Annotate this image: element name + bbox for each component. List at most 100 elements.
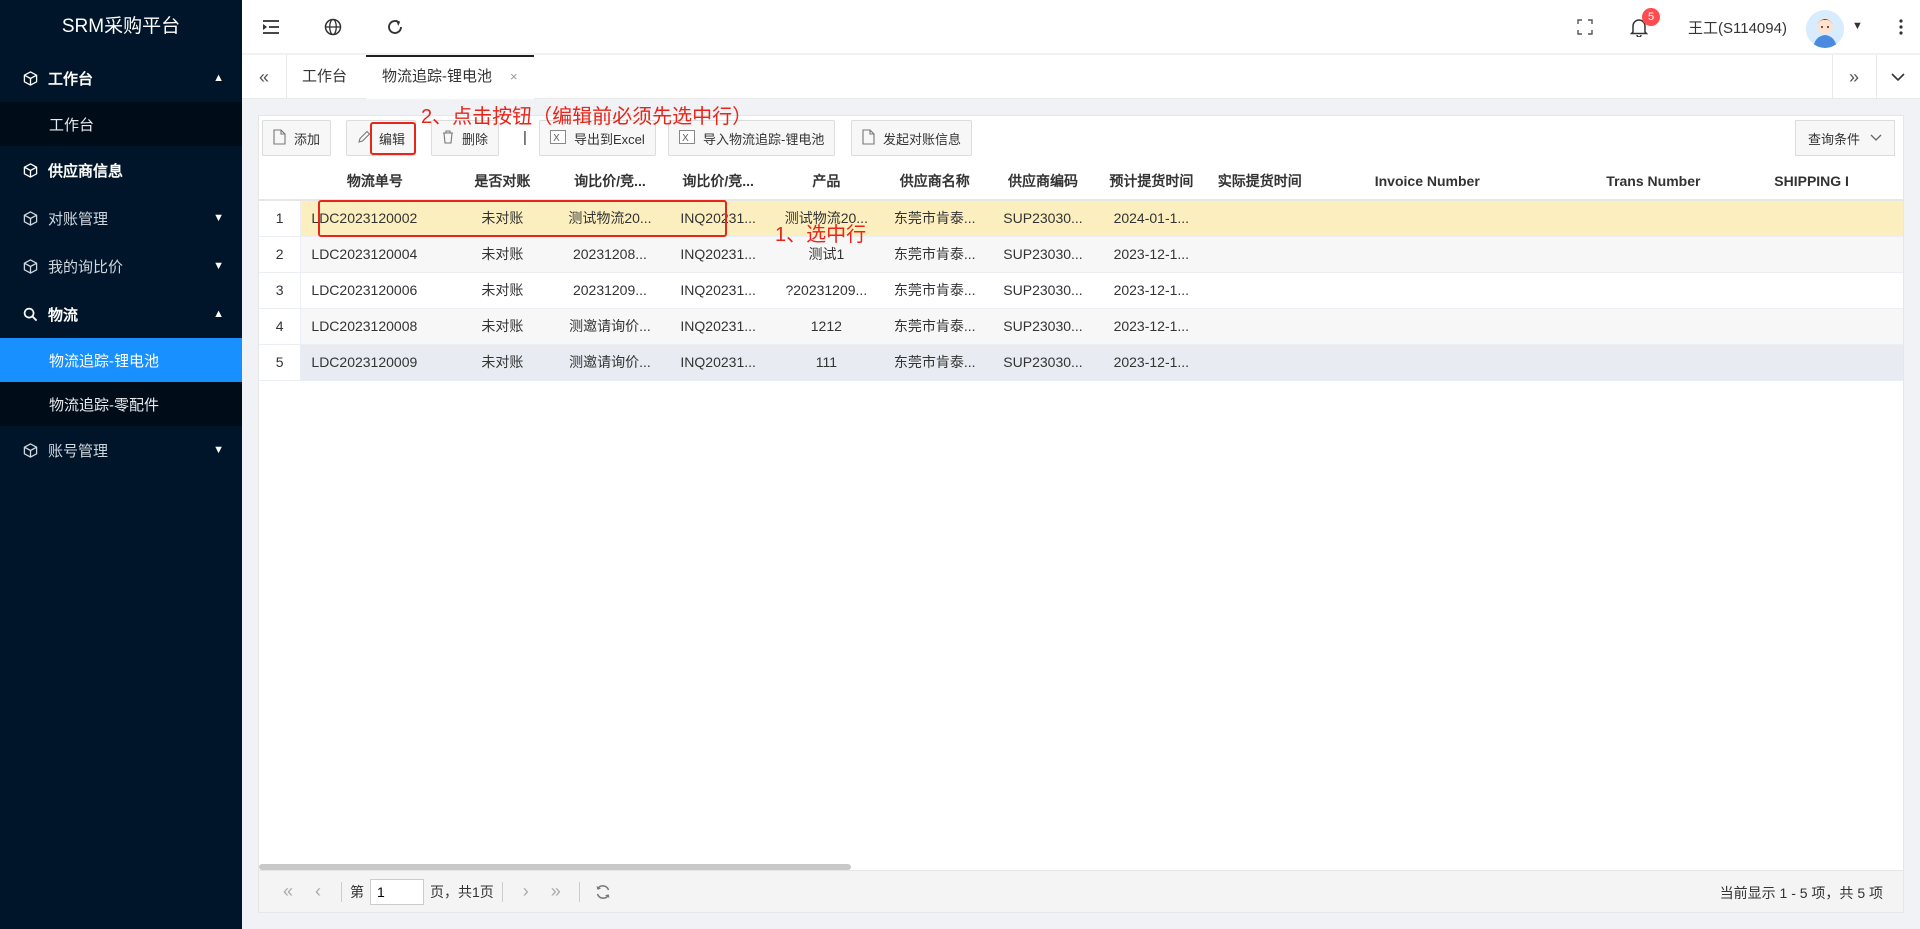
table-row[interactable]: 2 LDC2023120004 未对账 20231208... INQ20231… xyxy=(259,236,1903,273)
table-cell xyxy=(1314,200,1541,237)
table-cell: 2023-12-1... xyxy=(1097,344,1206,381)
table-cell: SUP23030... xyxy=(988,236,1098,273)
refresh-icon[interactable] xyxy=(588,877,618,907)
add-button[interactable]: 添加 xyxy=(262,120,332,156)
column-header[interactable]: Invoice Number xyxy=(1314,162,1541,201)
table-row[interactable]: 4 LDC2023120008 未对账 测邀请询价... INQ20231...… xyxy=(259,308,1903,345)
column-header[interactable]: Trans Number xyxy=(1540,162,1767,201)
table-cell: LDC2023120006 xyxy=(300,272,449,309)
table-cell: 未对账 xyxy=(448,236,556,273)
column-header[interactable]: 是否对账 xyxy=(448,162,556,201)
annotation-step2: 2、点击按钮（编辑前必须先选中行） xyxy=(421,106,753,128)
table-cell: INQ20231... xyxy=(664,344,773,381)
table-cell: ?20231209... xyxy=(772,272,881,309)
table-row[interactable]: 3 LDC2023120006 未对账 20231209... INQ20231… xyxy=(259,272,1903,309)
caret-down-icon: ▼ xyxy=(213,260,224,272)
sidebar-subitem-logistics-parts[interactable]: 物流追踪-零配件 xyxy=(0,382,242,426)
tab-label: 物流追踪-锂电池 xyxy=(382,68,492,85)
cube-icon xyxy=(22,258,38,274)
prev-page-icon[interactable]: ‹ xyxy=(303,877,333,907)
excel-icon: X xyxy=(679,129,695,147)
fullscreen-icon[interactable] xyxy=(1572,14,1598,40)
table-cell: 1212 xyxy=(772,308,881,345)
sidebar-item-supplier-info[interactable]: 供应商信息 xyxy=(0,146,242,194)
delete-button-label: 删除 xyxy=(462,131,489,147)
tabs-bar: « 工作台 物流追踪-锂电池 × » xyxy=(242,55,1920,99)
row-number: 3 xyxy=(259,272,302,309)
table-cell: 2023-12-1... xyxy=(1097,272,1206,309)
table-cell xyxy=(1766,200,1903,237)
add-button-label: 添加 xyxy=(294,131,321,147)
table-cell: 东莞市肯泰... xyxy=(880,272,989,309)
pagination-bar: « ‹ 第 页，共1页 › » 当前显示 1 - 5 项，共 5 项 xyxy=(259,870,1903,912)
last-page-icon[interactable]: » xyxy=(541,877,571,907)
tabs-scroll-left-icon[interactable]: « xyxy=(242,55,286,99)
table-cell: INQ20231... xyxy=(664,236,773,273)
file-icon xyxy=(273,128,286,148)
next-page-icon[interactable]: › xyxy=(511,877,541,907)
table-cell: SUP23030... xyxy=(988,344,1098,381)
table-cell xyxy=(1314,272,1541,309)
avatar[interactable] xyxy=(1806,10,1844,48)
import-button-label: 导入物流追踪-锂电池 xyxy=(703,131,825,147)
chevron-down-icon[interactable] xyxy=(1876,55,1920,99)
pencil-icon xyxy=(357,130,371,147)
table-cell xyxy=(1766,308,1903,345)
sidebar-subitem-logistics-battery[interactable]: 物流追踪-锂电池 xyxy=(0,338,242,382)
reconcile-button-label: 发起对账信息 xyxy=(883,131,962,147)
column-header[interactable]: 预计提货时间 xyxy=(1097,162,1206,201)
search-icon xyxy=(22,306,38,322)
sidebar-item-reconciliation[interactable]: 对账管理 ▼ xyxy=(0,194,242,242)
column-header[interactable]: SHIPPING I xyxy=(1766,162,1903,201)
cube-icon xyxy=(22,210,38,226)
column-header[interactable]: 实际提货时间 xyxy=(1205,162,1315,201)
bell-icon[interactable]: 5 xyxy=(1626,8,1660,40)
data-grid: 物流单号 是否对账 询比价/竞... 询比价/竞... 产品 供应商名称 供应商… xyxy=(259,162,1903,862)
annotation-box-row xyxy=(318,200,727,237)
menu-fold-icon[interactable] xyxy=(258,14,284,40)
globe-icon[interactable] xyxy=(320,14,346,40)
row-number: 2 xyxy=(259,236,302,273)
sidebar-item-label: 工作台 xyxy=(48,70,94,88)
table-cell xyxy=(1205,272,1315,309)
toolbar-divider: | xyxy=(523,129,527,146)
sidebar-item-logistics[interactable]: 物流 ▲ xyxy=(0,290,242,338)
table-cell: 测邀请询价... xyxy=(555,344,665,381)
user-name[interactable]: 王工(S114094) xyxy=(1688,17,1787,38)
column-header[interactable]: 供应商名称 xyxy=(880,162,989,201)
column-header[interactable]: 供应商编码 xyxy=(988,162,1098,201)
sidebar-item-workbench[interactable]: 工作台 ▲ xyxy=(0,54,242,102)
table-cell: 2023-12-1... xyxy=(1097,308,1206,345)
sidebar-subitem-workbench[interactable]: 工作台 xyxy=(0,102,242,146)
tabs-scroll-right-icon[interactable]: » xyxy=(1832,55,1876,99)
logistics-table: 物流单号 是否对账 询比价/竞... 询比价/竞... 产品 供应商名称 供应商… xyxy=(259,162,1903,381)
column-header[interactable]: 产品 xyxy=(772,162,881,201)
tab-logistics-battery[interactable]: 物流追踪-锂电池 × xyxy=(366,55,534,99)
sidebar: SRM采购平台 工作台 ▲ 工作台 供应商信息 对账管理 ▼ 我的询比价 ▼ 物… xyxy=(0,0,242,929)
table-cell xyxy=(1766,344,1903,381)
column-header[interactable]: 物流单号 xyxy=(300,162,449,201)
table-row[interactable]: 5 LDC2023120009 未对账 测邀请询价... INQ20231...… xyxy=(259,344,1903,381)
user-dropdown-icon[interactable]: ▼ xyxy=(1852,20,1863,32)
table-cell xyxy=(1205,236,1315,273)
page-number-input[interactable] xyxy=(370,878,424,905)
table-cell: 20231209... xyxy=(555,272,665,309)
notification-badge: 5 xyxy=(1642,8,1660,26)
tab-close-icon[interactable]: × xyxy=(510,69,518,84)
refresh-icon[interactable] xyxy=(382,14,408,40)
query-conditions-button[interactable]: 查询条件 xyxy=(1794,120,1895,156)
table-cell: 未对账 xyxy=(448,308,556,345)
first-page-icon[interactable]: « xyxy=(273,877,303,907)
sidebar-item-my-inquiry[interactable]: 我的询比价 ▼ xyxy=(0,242,242,290)
sidebar-item-account[interactable]: 账号管理 ▼ xyxy=(0,426,242,474)
pagination-summary: 当前显示 1 - 5 项，共 5 项 xyxy=(1719,885,1883,901)
more-vertical-icon[interactable] xyxy=(1888,14,1914,40)
submenu-logistics: 物流追踪-锂电池 物流追踪-零配件 xyxy=(0,338,242,426)
sidebar-item-label: 供应商信息 xyxy=(48,162,124,180)
sidebar-item-label: 对账管理 xyxy=(48,210,109,228)
cube-icon xyxy=(22,70,38,86)
column-header[interactable]: 询比价/竞... xyxy=(555,162,665,201)
reconcile-button[interactable]: 发起对账信息 xyxy=(851,120,973,156)
tab-workbench[interactable]: 工作台 xyxy=(286,55,363,99)
column-header[interactable]: 询比价/竞... xyxy=(664,162,773,201)
